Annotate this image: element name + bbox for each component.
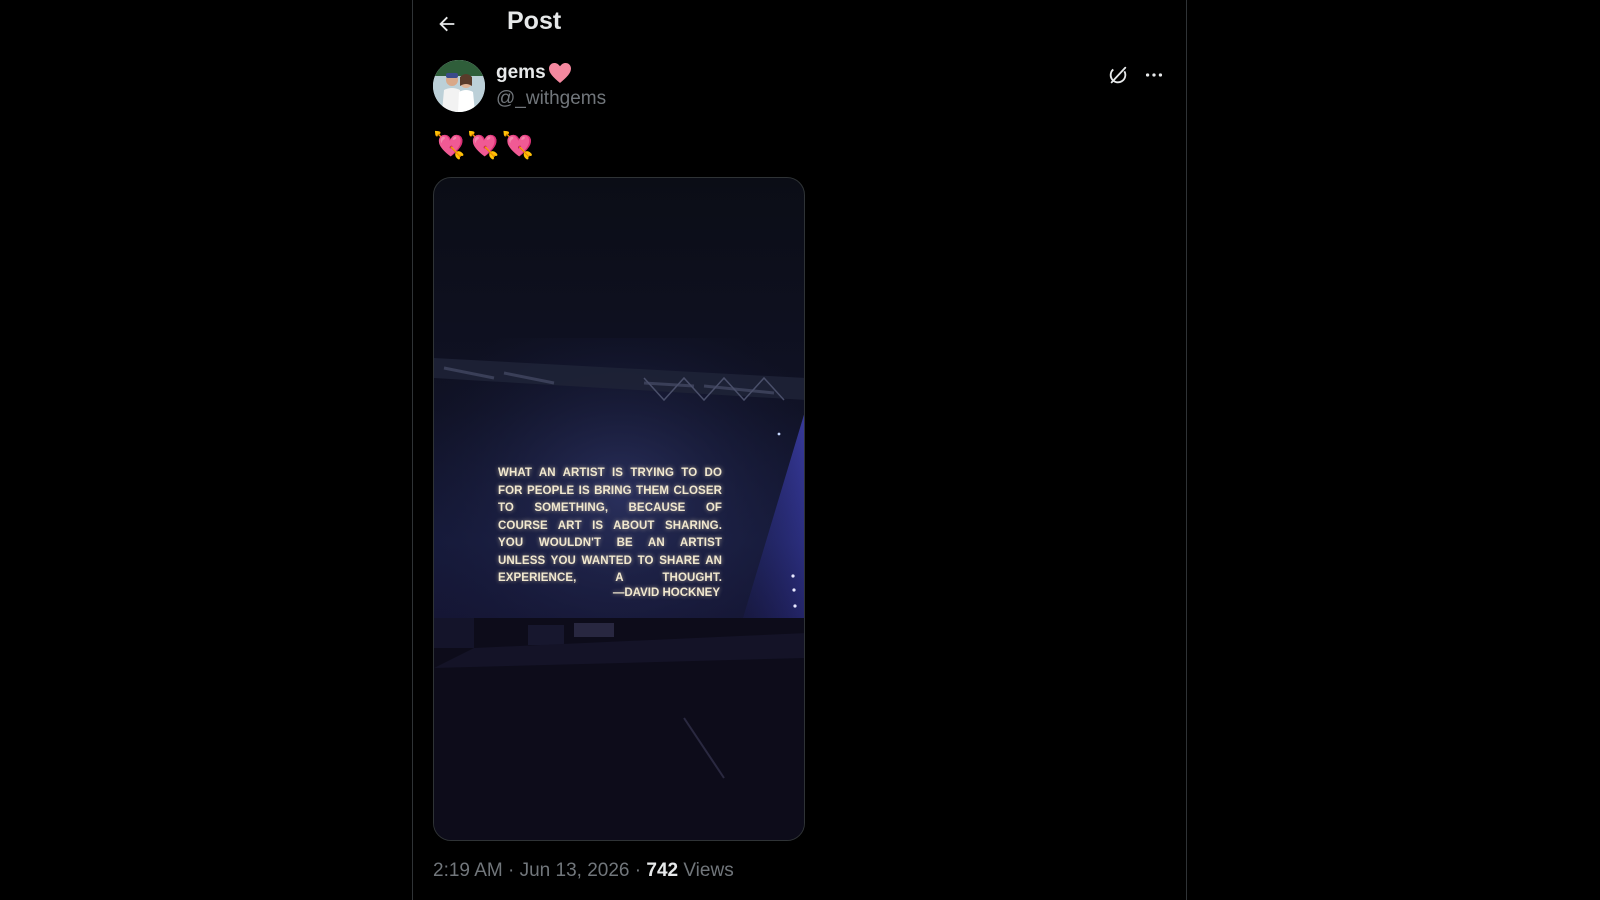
views-label: Views: [678, 860, 734, 881]
avatar[interactable]: [433, 60, 485, 112]
grok-button[interactable]: [1105, 62, 1131, 88]
post-media-image[interactable]: WHAT AN ARTIST IS TRYING TO DO FOR PEOPL…: [433, 177, 805, 841]
meta-separator: ·: [502, 860, 520, 881]
views-count: 742: [646, 860, 679, 881]
heart-arrow-emoji: 💘: [467, 130, 500, 160]
post-time[interactable]: 2:19 AM: [433, 860, 503, 881]
quote-line: WHAT AN ARTIST IS TRYING TO DO: [498, 467, 722, 479]
heart-arrow-emoji: 💘: [501, 130, 535, 160]
more-icon: [1145, 73, 1163, 77]
post-metadata: 2:19 AM · Jun 13, 2026 · 742 Views: [433, 860, 734, 882]
heart-arrow-emoji: 💘: [433, 130, 466, 160]
arrow-left-icon: [439, 16, 455, 32]
post-date[interactable]: Jun 13, 2026: [520, 860, 630, 881]
post-column: Post gems @_withgems 💘 💘 💘 WHAT AN ARTIS…: [412, 0, 1187, 900]
display-name-text: gems: [496, 62, 546, 83]
quote-line: YOU WOULDN'T BE AN ARTIST: [498, 537, 722, 549]
grok-icon: [1109, 66, 1127, 84]
quote-line: COURSE ART IS ABOUT SHARING.: [498, 519, 722, 532]
user-handle[interactable]: @_withgems: [496, 88, 606, 110]
avatar-image: [433, 60, 485, 112]
quote-attribution: —DAVID HOCKNEY: [612, 587, 720, 599]
more-options-button[interactable]: [1141, 62, 1167, 88]
post-header: Post: [413, 0, 1186, 48]
quote-line: EXPERIENCE, A THOUGHT.: [498, 572, 722, 584]
page-title: Post: [507, 7, 562, 35]
post-text: 💘 💘 💘: [433, 130, 534, 161]
quote-line: UNLESS YOU WANTED TO SHARE AN: [498, 554, 722, 567]
heart-icon: [548, 63, 571, 83]
quote-line: FOR PEOPLE IS BRING THEM CLOSER: [498, 484, 722, 497]
back-button[interactable]: [431, 8, 463, 40]
meta-separator: ·: [629, 860, 647, 881]
quote-line: TO SOMETHING, BECAUSE OF: [498, 502, 722, 514]
display-name[interactable]: gems: [496, 62, 572, 84]
quote-text: WHAT AN ARTIST IS TRYING TO DO FOR PEOPL…: [498, 465, 722, 588]
